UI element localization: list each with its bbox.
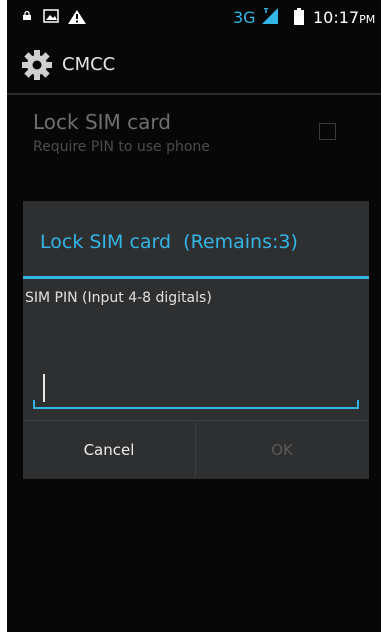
preference-title: Lock SIM card (33, 110, 171, 134)
preference-summary: Require PIN to use phone (33, 139, 210, 155)
lock-sim-checkbox[interactable] (319, 123, 336, 140)
dialog-message: SIM PIN (Input 4-8 digitals) (25, 290, 212, 306)
sim-pin-dialog: Lock SIM card (Remains:3) SIM PIN (Input… (23, 201, 369, 479)
network-type: 3G (233, 8, 256, 27)
battery-icon (294, 8, 304, 25)
phone-screen: 3G 10:17PM CMCC Lock SIM card Require PI… (7, 0, 381, 632)
gear-icon[interactable] (21, 49, 53, 81)
sim-pin-input[interactable] (33, 359, 359, 409)
lock-icon (23, 11, 31, 20)
clock-ampm: PM (359, 13, 376, 26)
signal-icon (262, 8, 278, 24)
dialog-title: Lock SIM card (Remains:3) (40, 231, 298, 253)
action-bar-title: CMCC (62, 54, 116, 75)
status-bar: 3G 10:17PM (7, 0, 381, 40)
input-underline-right (357, 400, 359, 408)
warning-icon (68, 10, 86, 24)
action-bar-divider (7, 93, 381, 95)
input-underline (33, 407, 359, 409)
clock: 10:17PM (313, 8, 376, 27)
ok-button[interactable]: OK (196, 421, 368, 479)
image-icon (43, 9, 59, 23)
dialog-title-divider (23, 276, 369, 279)
text-cursor (43, 374, 45, 402)
action-bar: CMCC (7, 40, 381, 93)
lock-sim-preference[interactable]: Lock SIM card Require PIN to use phone (7, 96, 381, 168)
cancel-button[interactable]: Cancel (23, 421, 195, 479)
